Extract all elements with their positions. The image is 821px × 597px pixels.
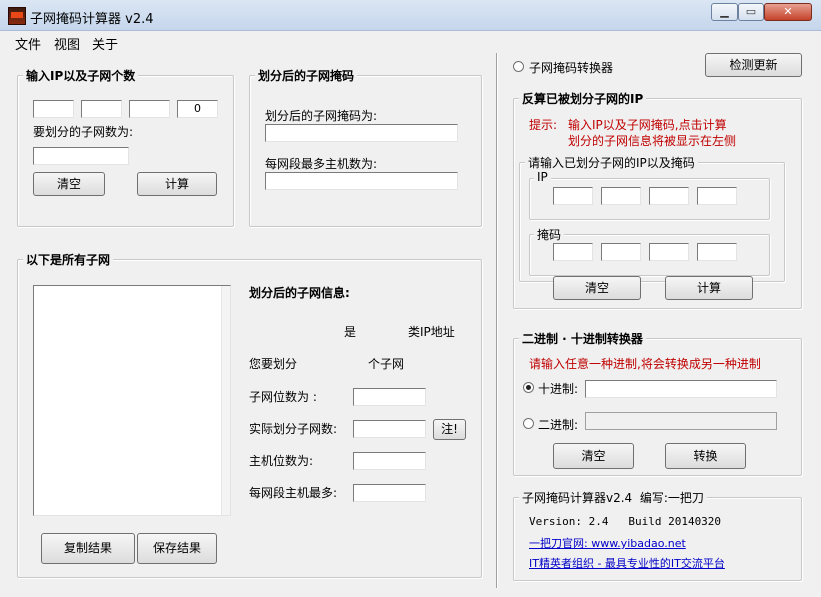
binary-input[interactable]	[585, 412, 777, 430]
subnet-list[interactable]	[33, 285, 231, 516]
reverse-ip-legend: IP	[534, 170, 551, 184]
menu-bar: 文件 视图 关于	[0, 31, 821, 53]
subnet-count-label: 要划分的子网数为:	[33, 125, 134, 139]
you-divide-text: 您要划分	[249, 357, 298, 371]
input-ip-legend: 输入IP以及子网个数	[23, 67, 139, 84]
max-hosts-per-subnet-label: 每网段主机最多:	[249, 486, 338, 500]
host-bits-label: 主机位数为:	[249, 454, 314, 468]
mask-result-field[interactable]	[265, 124, 458, 142]
reverse-calc-button[interactable]: 计算	[665, 276, 753, 300]
subnet-info-title: 划分后的子网信息:	[249, 286, 350, 300]
reverse-mask-octet-1[interactable]	[553, 243, 593, 261]
note-button[interactable]: 注!	[433, 419, 466, 440]
version-text: Version: 2.4 Build 20140320	[529, 515, 722, 528]
subnet-bits-label: 子网位数为 :	[249, 390, 317, 404]
input-calc-button[interactable]: 计算	[137, 172, 217, 196]
maximize-button[interactable]: ▭	[738, 3, 764, 21]
max-hosts-label: 每网段最多主机数为:	[265, 157, 378, 171]
decimal-input[interactable]	[585, 380, 777, 398]
menu-file[interactable]: 文件	[15, 34, 41, 53]
menu-view[interactable]: 视图	[54, 34, 80, 53]
check-update-button[interactable]: 检测更新	[705, 53, 802, 77]
subnet-list-scrollbar[interactable]	[221, 286, 230, 515]
ip-octet-4[interactable]: 0	[177, 100, 218, 118]
close-button[interactable]: ✕	[764, 3, 812, 21]
mask-converter-radio[interactable]	[513, 61, 524, 72]
hint-prefix: 提示:	[529, 118, 558, 132]
ip-octet-2[interactable]	[81, 100, 122, 118]
subnet-mask-group	[249, 75, 482, 227]
reverse-mask-octet-2[interactable]	[601, 243, 641, 261]
title-bar: 子网掩码计算器 v2.4 ▁ ▭ ✕	[0, 0, 821, 31]
subnet-count-input[interactable]	[33, 147, 129, 165]
reverse-ip-octet-4[interactable]	[697, 187, 737, 205]
decimal-label: 十进制:	[538, 382, 579, 396]
mask-converter-label: 子网掩码转换器	[529, 61, 614, 75]
official-site-link[interactable]: 一把刀官网: www.yibadao.net	[529, 535, 686, 551]
minimize-button[interactable]: ▁	[711, 3, 738, 21]
converter-clear-button[interactable]: 清空	[553, 443, 634, 469]
ip-octet-3[interactable]	[129, 100, 170, 118]
save-result-button[interactable]: 保存结果	[137, 533, 217, 564]
copy-result-button[interactable]: 复制结果	[41, 533, 135, 564]
base-converter-legend: 二进制 · 十进制转换器	[519, 330, 646, 347]
binary-radio[interactable]	[523, 418, 534, 429]
ip-class-text: 类IP地址	[408, 325, 455, 339]
hint-line-1: 输入IP以及子网掩码,点击计算	[568, 118, 727, 132]
reverse-ip-octet-2[interactable]	[601, 187, 641, 205]
reverse-calc-legend: 反算已被划分子网的IP	[519, 90, 647, 107]
reverse-mask-octet-3[interactable]	[649, 243, 689, 261]
reverse-ip-octet-1[interactable]	[553, 187, 593, 205]
org-link[interactable]: IT精英者组织 - 最具专业性的IT交流平台	[529, 555, 725, 571]
max-hosts-field[interactable]	[265, 172, 458, 190]
subnets-count-text: 个子网	[368, 357, 405, 371]
max-hosts-per-subnet-field[interactable]	[353, 484, 426, 502]
panel-divider	[496, 53, 497, 588]
menu-about[interactable]: 关于	[92, 34, 118, 53]
converter-hint: 请输入任意一种进制,将会转换成另一种进制	[529, 357, 761, 371]
actual-subnets-label: 实际划分子网数:	[249, 422, 338, 436]
host-bits-field[interactable]	[353, 452, 426, 470]
subnet-bits-field[interactable]	[353, 388, 426, 406]
about-legend: 子网掩码计算器v2.4 编写:一把刀	[519, 489, 707, 506]
reverse-mask-octet-4[interactable]	[697, 243, 737, 261]
hint-line-2: 划分的子网信息将被显示在左侧	[568, 134, 737, 148]
reverse-mask-legend: 掩码	[534, 226, 565, 243]
binary-label: 二进制:	[538, 418, 579, 432]
converter-convert-button[interactable]: 转换	[665, 443, 746, 469]
input-clear-button[interactable]: 清空	[33, 172, 105, 196]
decimal-radio[interactable]	[523, 382, 534, 393]
all-subnets-legend: 以下是所有子网	[23, 251, 114, 268]
reverse-ip-octet-3[interactable]	[649, 187, 689, 205]
ip-octet-1[interactable]	[33, 100, 74, 118]
window-title: 子网掩码计算器 v2.4	[30, 12, 154, 27]
mask-result-label: 划分后的子网掩码为:	[265, 109, 378, 123]
subnet-mask-legend: 划分后的子网掩码	[255, 67, 358, 84]
reverse-clear-button[interactable]: 清空	[553, 276, 641, 300]
app-icon	[8, 7, 26, 25]
ip-class-is-text: 是	[344, 325, 357, 339]
actual-subnets-field[interactable]	[353, 420, 426, 438]
subnetted-ip-legend: 请输入已划分子网的IP以及掩码	[525, 154, 698, 171]
